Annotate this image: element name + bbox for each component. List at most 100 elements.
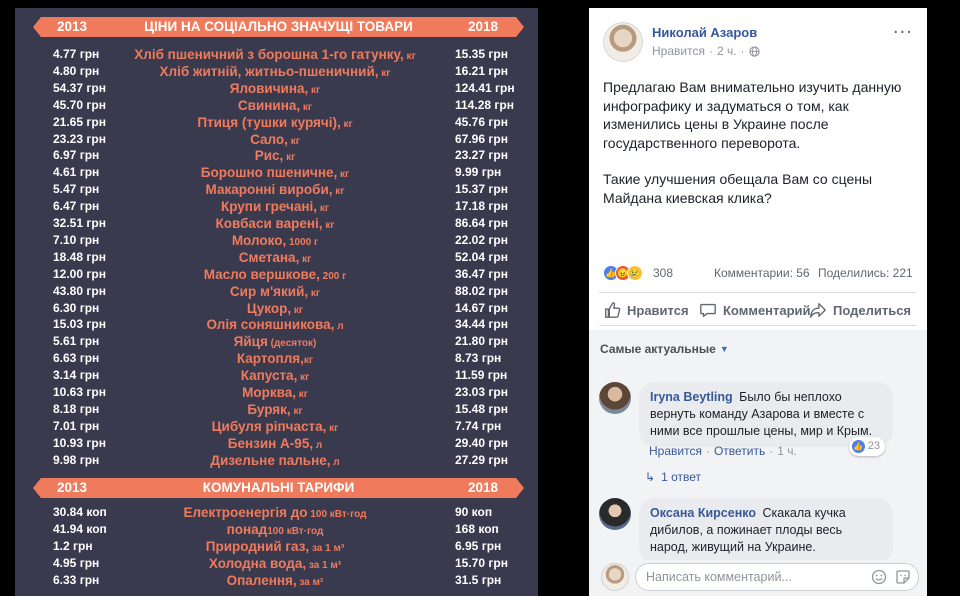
price-row: 45.70 грн Свинина, кг 114.28 грн <box>15 97 538 114</box>
price-row: 5.61 грн Яйця (десяток) 21.80 грн <box>15 333 538 350</box>
shares-count-link[interactable]: Поделились: 221 <box>818 266 913 280</box>
item-name-text: Капуста, <box>240 368 298 384</box>
author-avatar[interactable] <box>603 22 643 62</box>
reply-arrow-icon: ↳ <box>645 470 656 484</box>
price-2018: 168 коп <box>455 522 499 537</box>
price-2018: 90 коп <box>455 505 493 519</box>
price-row: 12.00 грн Масло вершкове, 200 г 36.47 грн <box>15 266 538 283</box>
comment-composer <box>589 560 927 596</box>
price-2018: 15.35 грн <box>455 47 508 61</box>
price-2018: 27.29 грн <box>455 452 508 467</box>
price-2018: 88.02 грн <box>455 283 508 298</box>
comment-button-label: Комментарий <box>723 302 811 318</box>
price-2018: 29.40 грн <box>455 435 508 450</box>
reaction-count[interactable]: 308 <box>653 266 673 280</box>
item-unit: за м² <box>296 577 324 589</box>
goods-header-title: ЦІНИ НА СОЦІАЛЬНО ЗНАЧУЩІ ТОВАРИ <box>144 19 413 34</box>
price-2013: 21.65 грн <box>53 114 106 129</box>
commenter-avatar[interactable] <box>599 382 631 414</box>
facebook-post: Николай Азаров Нравится · 2 ч. · ··· Пре… <box>589 8 927 596</box>
price-2013: 32.51 грн <box>53 216 106 230</box>
item-name-text: Буряк, <box>247 401 291 417</box>
price-2018: 8.73 грн <box>455 351 502 366</box>
item-unit: кг <box>337 169 350 181</box>
item-unit: кг <box>332 186 345 198</box>
item-name-text: Бензин А-95, <box>227 435 314 451</box>
item-name-text: Борошно пшеничне, <box>200 165 338 181</box>
comments-count-link[interactable]: Комментарии: 56 <box>714 266 810 280</box>
price-row: 6.33 грн Опалення, за м² 31.5 грн <box>15 572 538 589</box>
author-name-link[interactable]: Николай Азаров <box>652 25 757 40</box>
price-2013: 4.95 грн <box>53 556 100 571</box>
price-2018: 22.02 грн <box>455 232 508 247</box>
like-button[interactable]: Нравится <box>603 301 689 319</box>
post-timestamp[interactable]: 2 ч. <box>717 44 737 58</box>
price-row: 10.93 грн Бензин А-95, л 29.40 грн <box>15 435 538 452</box>
emoji-icon[interactable] <box>871 569 887 585</box>
price-row: 32.51 грн Ковбаси варені, кг 86.64 грн <box>15 215 538 232</box>
item-name-text: Холодна вода, <box>208 556 307 572</box>
item-unit: 100 кВт·год <box>267 526 324 538</box>
page-like-link[interactable]: Нравится <box>652 44 705 58</box>
price-2013: 6.33 грн <box>53 573 100 588</box>
tariffs-header-title: КОМУНАЛЬНІ ТАРИФИ <box>202 480 355 495</box>
sticker-icon[interactable] <box>895 569 911 585</box>
price-2018: 7.74 грн <box>455 418 502 433</box>
price-row: 7.01 грн Цибуля ріпчаста, кг 7.74 грн <box>15 418 538 435</box>
item-unit: л <box>313 439 323 451</box>
globe-icon[interactable] <box>748 45 760 57</box>
item-name-text: Яйця <box>233 334 268 350</box>
price-2013: 3.14 грн <box>53 368 100 383</box>
item-name-text: Хліб житній, житньо-пшеничний, <box>159 63 379 79</box>
comment-reply-link[interactable]: Ответить <box>714 444 765 458</box>
price-row: 43.80 грн Сир м'який, кг 88.02 грн <box>15 283 538 300</box>
comment-timestamp[interactable]: 1 ч. <box>777 444 797 458</box>
comment-sort-label: Самые актуальные <box>600 342 716 356</box>
price-2013: 7.10 грн <box>53 232 100 247</box>
price-2013: 23.23 грн <box>53 131 106 146</box>
infographic-image: 2013 ЦІНИ НА СОЦІАЛЬНО ЗНАЧУЩІ ТОВАРИ 20… <box>0 0 588 596</box>
comment-button[interactable]: Комментарий <box>699 301 811 319</box>
price-2018: 86.64 грн <box>455 216 508 230</box>
comment-like-link[interactable]: Нравится <box>649 444 702 458</box>
commenter-name-link[interactable]: Iryna Beytling <box>650 390 733 404</box>
post-action-bar: Нравится Комментарий Поделиться <box>599 292 917 326</box>
commenter-avatar[interactable] <box>599 498 631 530</box>
item-unit: кг <box>340 118 353 130</box>
post-body: Предлагаю Вам внимательно изучить данную… <box>603 78 913 225</box>
item-name-text: Макаронні вироби, <box>205 182 333 198</box>
meta-separator: · <box>740 44 745 58</box>
price-row: 30.84 коп Електроенергія до 100 кВт·год 90… <box>15 504 538 521</box>
price-2013: 4.61 грн <box>53 165 100 180</box>
reaction-icons[interactable]: 👍 😠 😢 <box>603 265 643 281</box>
price-2018: 16.21 грн <box>455 63 508 78</box>
more-options-icon[interactable]: ··· <box>893 22 913 43</box>
price-row: 15.03 грн Олія соняшникова, л 34.44 грн <box>15 316 538 333</box>
share-button[interactable]: Поделиться <box>809 301 911 319</box>
price-row: 4.61 грн Борошно пшеничне, кг 9.99 грн <box>15 164 538 181</box>
comment-sort-dropdown[interactable]: Самые актуальные ▼ <box>600 342 729 356</box>
price-row: 6.30 грн Цукор, кг 14.67 грн <box>15 300 538 317</box>
item-name: Дизельне пальне, л <box>105 452 445 471</box>
goods-header-year-2018: 2018 <box>467 19 498 34</box>
price-2013: 45.70 грн <box>53 97 106 112</box>
item-unit: кг <box>303 355 314 367</box>
price-row: 3.14 грн Капуста, кг 11.59 грн <box>15 367 538 384</box>
price-2018: 114.28 грн <box>455 97 514 112</box>
post-paragraph: Предлагаю Вам внимательно изучить данную… <box>603 79 902 151</box>
view-replies-link[interactable]: ↳ 1 ответ <box>645 470 701 484</box>
commenter-name-link[interactable]: Оксана Кирсенко <box>650 506 756 520</box>
price-row: 4.80 грн Хліб житній, житньо-пшеничний, к… <box>15 63 538 80</box>
price-2013: 6.97 грн <box>53 148 100 163</box>
item-unit: кг <box>283 152 296 164</box>
comment-like-count[interactable]: 👍 23 <box>848 437 885 456</box>
price-2018: 31.5 грн <box>455 573 502 588</box>
comment-bubble: Iryna Beytling Было бы неплохо вернуть к… <box>639 382 893 456</box>
price-2013: 10.63 грн <box>53 385 106 399</box>
item-name-text: Яловичина, <box>229 80 309 96</box>
item-unit: кг <box>299 253 312 265</box>
item-unit: л <box>330 456 340 468</box>
item-unit: кг <box>297 372 310 384</box>
item-unit: (десяток) <box>267 338 317 350</box>
item-unit: кг <box>287 135 300 147</box>
